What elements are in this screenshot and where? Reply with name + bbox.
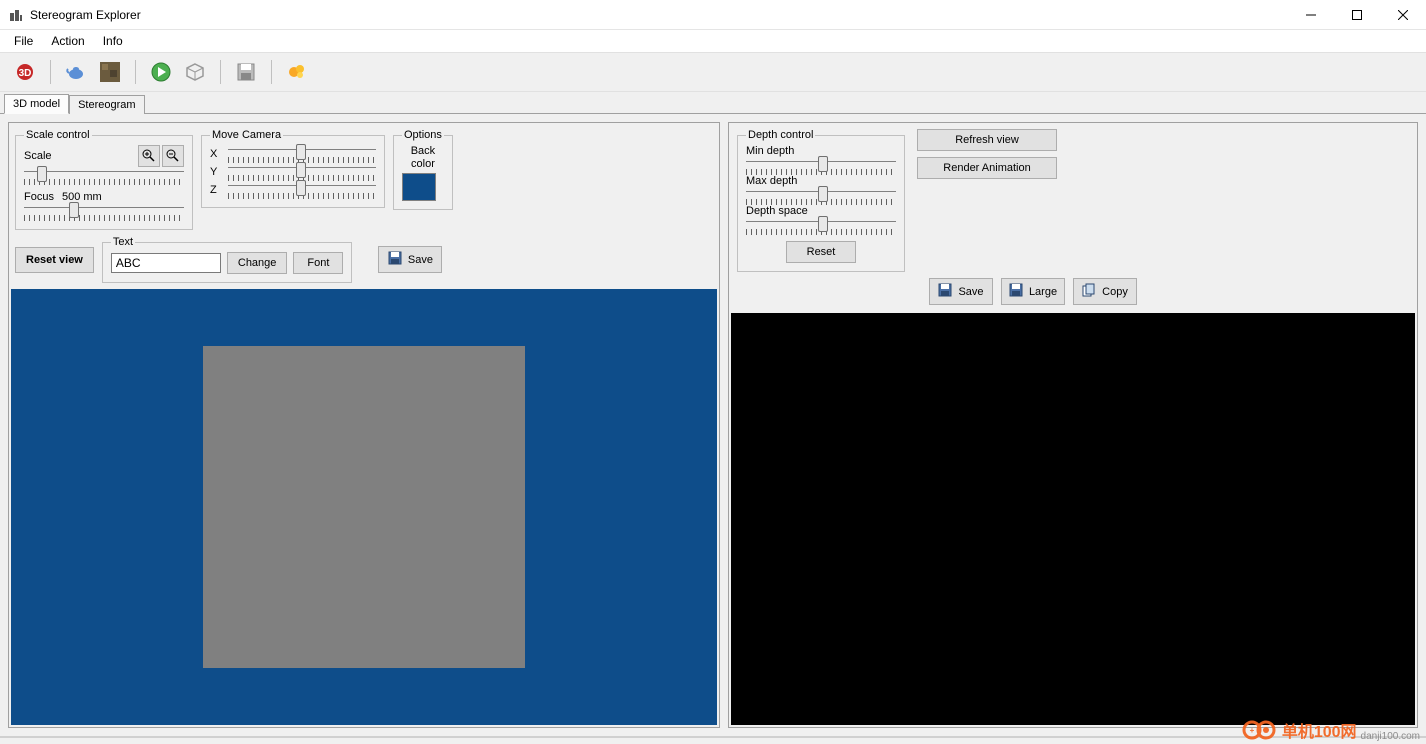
toolbar-cube-icon[interactable] <box>180 57 210 87</box>
tab-stereogram[interactable]: Stereogram <box>69 95 144 114</box>
text-group: Text Change Font <box>102 236 353 283</box>
options-legend: Options <box>402 129 444 141</box>
camera-z-slider[interactable] <box>228 181 376 199</box>
close-button[interactable] <box>1380 0 1426 30</box>
toolbar-play-icon[interactable] <box>146 57 176 87</box>
font-button[interactable]: Font <box>293 252 343 274</box>
app-icon <box>8 7 24 23</box>
save-icon <box>1009 283 1023 300</box>
copy-icon <box>1082 283 1096 300</box>
watermark-text: 单机100网 <box>1282 718 1357 742</box>
x-label: X <box>210 148 222 160</box>
depth-reset-button[interactable]: Reset <box>786 241 856 263</box>
focus-slider[interactable] <box>24 207 184 221</box>
depth-control-legend: Depth control <box>746 129 815 141</box>
large-label: Large <box>1029 286 1057 298</box>
scale-control-group: Scale control Scale Focus 500 mm <box>15 129 193 230</box>
focus-label: Focus <box>24 191 54 203</box>
depth-space-slider[interactable] <box>746 221 896 235</box>
toolbar-texture-icon[interactable] <box>95 57 125 87</box>
min-depth-slider[interactable] <box>746 161 896 175</box>
text-input[interactable] <box>111 253 221 273</box>
right-save-button[interactable]: Save <box>929 278 993 305</box>
scale-label: Scale <box>24 150 52 162</box>
maximize-button[interactable] <box>1334 0 1380 30</box>
toolbar-separator <box>50 60 51 84</box>
large-button[interactable]: Large <box>1001 278 1065 305</box>
camera-y-slider[interactable] <box>228 163 376 181</box>
status-bar <box>0 736 1426 744</box>
window-controls <box>1288 0 1426 30</box>
title-bar: Stereogram Explorer <box>0 0 1426 30</box>
menu-info[interactable]: Info <box>95 32 131 50</box>
watermark-sub: danji100.com <box>1361 731 1420 742</box>
change-button[interactable]: Change <box>227 252 288 274</box>
max-depth-slider[interactable] <box>746 191 896 205</box>
toolbar-teapot-icon[interactable] <box>61 57 91 87</box>
toolbar-separator <box>220 60 221 84</box>
content-area: Scale control Scale Focus 500 mm <box>0 114 1426 736</box>
right-viewport[interactable] <box>731 313 1415 725</box>
scale-slider[interactable] <box>24 171 184 185</box>
menu-file[interactable]: File <box>6 32 41 50</box>
back-color-label: Back color <box>402 145 444 171</box>
save-button[interactable]: Save <box>378 246 442 273</box>
copy-button[interactable]: Copy <box>1073 278 1137 305</box>
left-panel: Scale control Scale Focus 500 mm <box>8 122 720 728</box>
options-group: Options Back color <box>393 129 453 210</box>
y-label: Y <box>210 166 222 178</box>
save-label: Save <box>408 254 433 266</box>
zoom-in-button[interactable] <box>138 145 160 167</box>
save-icon <box>388 251 402 268</box>
zoom-out-button[interactable] <box>162 145 184 167</box>
tab-strip: 3D model Stereogram <box>0 92 1426 114</box>
toolbar-animate-icon[interactable] <box>282 57 312 87</box>
save-icon <box>938 283 952 300</box>
toolbar-separator <box>135 60 136 84</box>
minimize-button[interactable] <box>1288 0 1334 30</box>
menu-bar: File Action Info <box>0 30 1426 52</box>
back-color-swatch[interactable] <box>402 173 436 201</box>
right-panel: Depth control Min depth Max depth Depth … <box>728 122 1418 728</box>
z-label: Z <box>210 184 222 196</box>
toolbar: 3D <box>0 52 1426 92</box>
camera-x-slider[interactable] <box>228 145 376 163</box>
text-legend: Text <box>111 236 135 248</box>
watermark-icon: + <box>1242 718 1278 742</box>
right-save-label: Save <box>958 286 983 298</box>
move-camera-group: Move Camera X Y Z <box>201 129 385 208</box>
move-camera-legend: Move Camera <box>210 129 283 141</box>
left-viewport[interactable] <box>11 289 717 725</box>
reset-view-button[interactable]: Reset view <box>15 247 94 273</box>
tab-3d-model[interactable]: 3D model <box>4 94 69 114</box>
toolbar-3d-icon[interactable]: 3D <box>10 57 40 87</box>
model-preview <box>203 346 525 668</box>
copy-label: Copy <box>1102 286 1128 298</box>
svg-text:3D: 3D <box>19 68 32 79</box>
refresh-view-button[interactable]: Refresh view <box>917 129 1057 151</box>
app-title: Stereogram Explorer <box>30 8 141 22</box>
watermark: + 单机100网 danji100.com <box>1242 718 1420 742</box>
toolbar-separator <box>271 60 272 84</box>
toolbar-save-icon[interactable] <box>231 57 261 87</box>
focus-value: 500 mm <box>62 191 102 203</box>
scale-control-legend: Scale control <box>24 129 92 141</box>
render-animation-button[interactable]: Render Animation <box>917 157 1057 179</box>
depth-control-group: Depth control Min depth Max depth Depth … <box>737 129 905 272</box>
menu-action[interactable]: Action <box>43 32 92 50</box>
svg-text:+: + <box>1249 726 1254 735</box>
